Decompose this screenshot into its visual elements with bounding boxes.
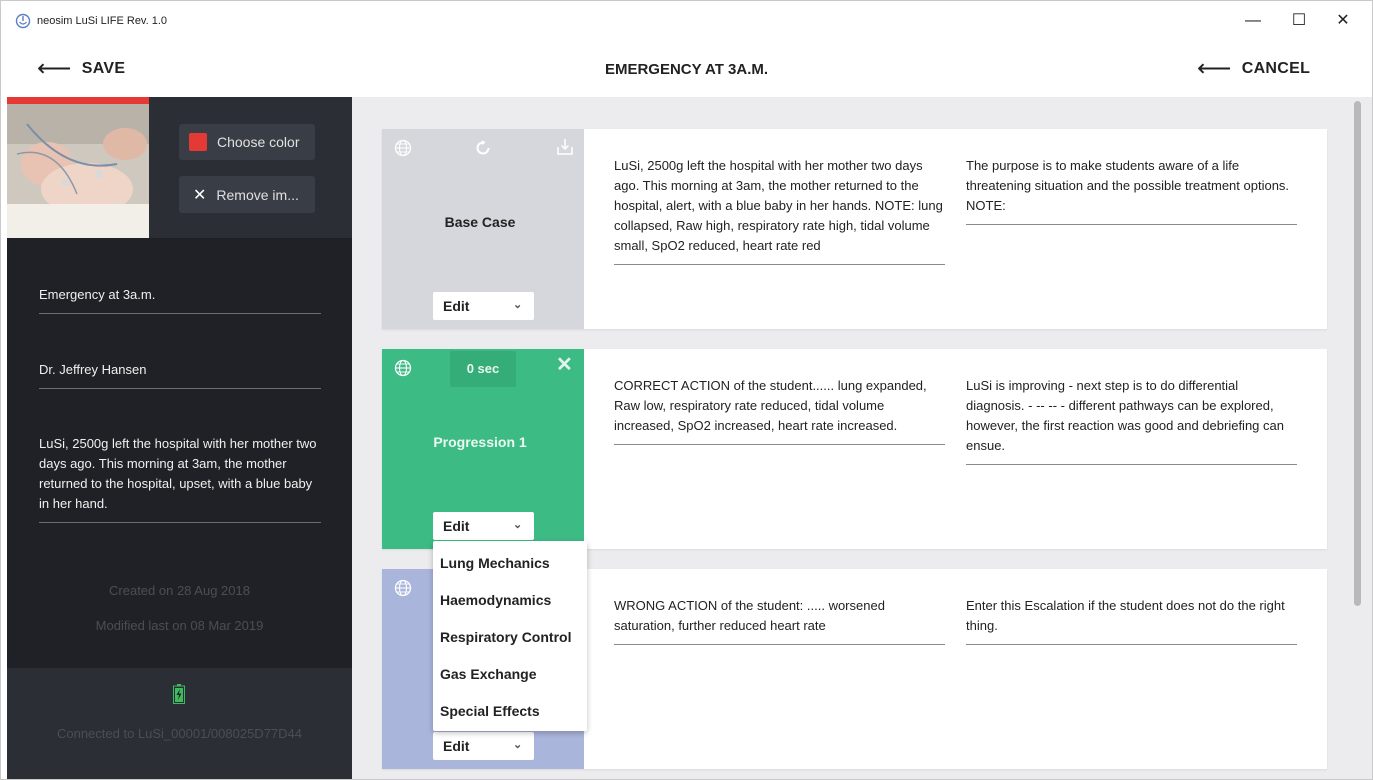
close-window-button[interactable]: ✕ — [1331, 9, 1355, 33]
menu-item-respiratory-control[interactable]: Respiratory Control — [440, 629, 571, 645]
maximize-button[interactable]: ☐ — [1287, 9, 1311, 33]
timer-field[interactable]: 0 sec — [450, 351, 516, 387]
case-description[interactable]: WRONG ACTION of the student: ..... worse… — [614, 596, 945, 645]
neosim-logo-icon — [15, 13, 31, 29]
arrow-left-icon: ⟵ — [1197, 55, 1232, 82]
modified-date: Modified last on 08 Mar 2019 — [95, 618, 264, 633]
globe-icon[interactable] — [394, 579, 412, 597]
case-name[interactable]: Base Case — [382, 214, 578, 230]
author-field[interactable]: Dr. Jeffrey Hansen — [39, 360, 321, 389]
scrollbar[interactable] — [1354, 101, 1361, 606]
page-header: ⟵ SAVE EMERGENCY AT 3A.M. ⟵ CANCEL — [1, 41, 1372, 97]
window-title: neosim LuSi LIFE Rev. 1.0 — [37, 15, 168, 27]
edit-select[interactable]: Edit ⌄ — [433, 732, 534, 760]
app-window: neosim LuSi LIFE Rev. 1.0 — ☐ ✕ ⟵ SAVE E… — [0, 0, 1373, 780]
baby-photo-icon — [7, 104, 149, 238]
import-icon[interactable] — [556, 138, 574, 156]
scenario-name-field[interactable]: Emergency at 3a.m. — [39, 285, 321, 314]
case-notes[interactable]: The purpose is to make students aware of… — [966, 156, 1297, 225]
case-header-progression-1: 0 sec ✕ Progression 1 Edit ⌄ — [382, 349, 584, 549]
color-indicator-bar — [7, 97, 149, 104]
globe-icon[interactable] — [394, 359, 412, 377]
case-card-base: Base Case Edit ⌄ LuSi, 2500g left the ho… — [382, 129, 1327, 329]
menu-item-gas-exchange[interactable]: Gas Exchange — [440, 666, 537, 682]
edit-select[interactable]: Edit ⌄ — [433, 292, 534, 320]
case-description[interactable]: LuSi, 2500g left the hospital with her m… — [614, 156, 945, 265]
connection-panel: Connected to LuSi_00001/008025D77D44 — [7, 668, 352, 779]
color-swatch — [189, 133, 207, 151]
chevron-down-icon: ⌄ — [513, 299, 523, 311]
choose-color-label: Choose color — [217, 134, 300, 150]
menu-item-lung-mechanics[interactable]: Lung Mechanics — [440, 555, 550, 571]
case-description[interactable]: CORRECT ACTION of the student...... lung… — [614, 376, 945, 445]
remove-image-button[interactable]: ✕ Remove im... — [179, 176, 315, 213]
remove-image-label: Remove im... — [216, 186, 299, 203]
scenario-image — [7, 104, 149, 238]
case-header-base: Base Case Edit ⌄ — [382, 129, 584, 329]
cancel-label: CANCEL — [1241, 60, 1311, 77]
close-icon[interactable]: ✕ — [556, 355, 573, 375]
reload-icon[interactable] — [474, 139, 492, 157]
description-field[interactable]: LuSi, 2500g left the hospital with her m… — [39, 434, 321, 523]
scenario-sidebar: Choose color ✕ Remove im... Emergency at… — [7, 97, 352, 779]
battery-charging-icon — [173, 684, 185, 704]
chevron-down-icon: ⌄ — [513, 739, 523, 751]
menu-item-haemodynamics[interactable]: Haemodynamics — [440, 592, 551, 608]
chevron-down-icon: ⌄ — [513, 519, 523, 531]
globe-icon[interactable] — [394, 139, 412, 157]
case-name[interactable]: Progression 1 — [382, 434, 578, 450]
title-bar: neosim LuSi LIFE Rev. 1.0 — ☐ ✕ — [1, 1, 1372, 41]
edit-select[interactable]: Edit ⌄ — [433, 512, 534, 540]
case-notes[interactable]: LuSi is improving - next step is to do d… — [966, 376, 1297, 465]
edit-label: Edit — [443, 518, 470, 534]
connection-status: Connected to LuSi_00001/008025D77D44 — [56, 726, 303, 741]
choose-color-button[interactable]: Choose color — [179, 124, 315, 160]
edit-dropdown-menu: Lung Mechanics Haemodynamics Respiratory… — [433, 541, 587, 731]
page-title: EMERGENCY AT 3A.M. — [604, 61, 769, 78]
case-card-progression-1: 0 sec ✕ Progression 1 Edit ⌄ CORRECT ACT… — [382, 349, 1327, 549]
menu-item-special-effects[interactable]: Special Effects — [440, 703, 540, 719]
close-icon: ✕ — [193, 186, 207, 204]
created-date: Created on 28 Aug 2018 — [109, 583, 250, 598]
cancel-button[interactable]: ⟵ CANCEL — [1197, 55, 1310, 83]
edit-label: Edit — [443, 738, 470, 754]
minimize-button[interactable]: — — [1241, 9, 1265, 33]
edit-label: Edit — [443, 298, 470, 314]
case-notes[interactable]: Enter this Escalation if the student doe… — [966, 596, 1297, 645]
